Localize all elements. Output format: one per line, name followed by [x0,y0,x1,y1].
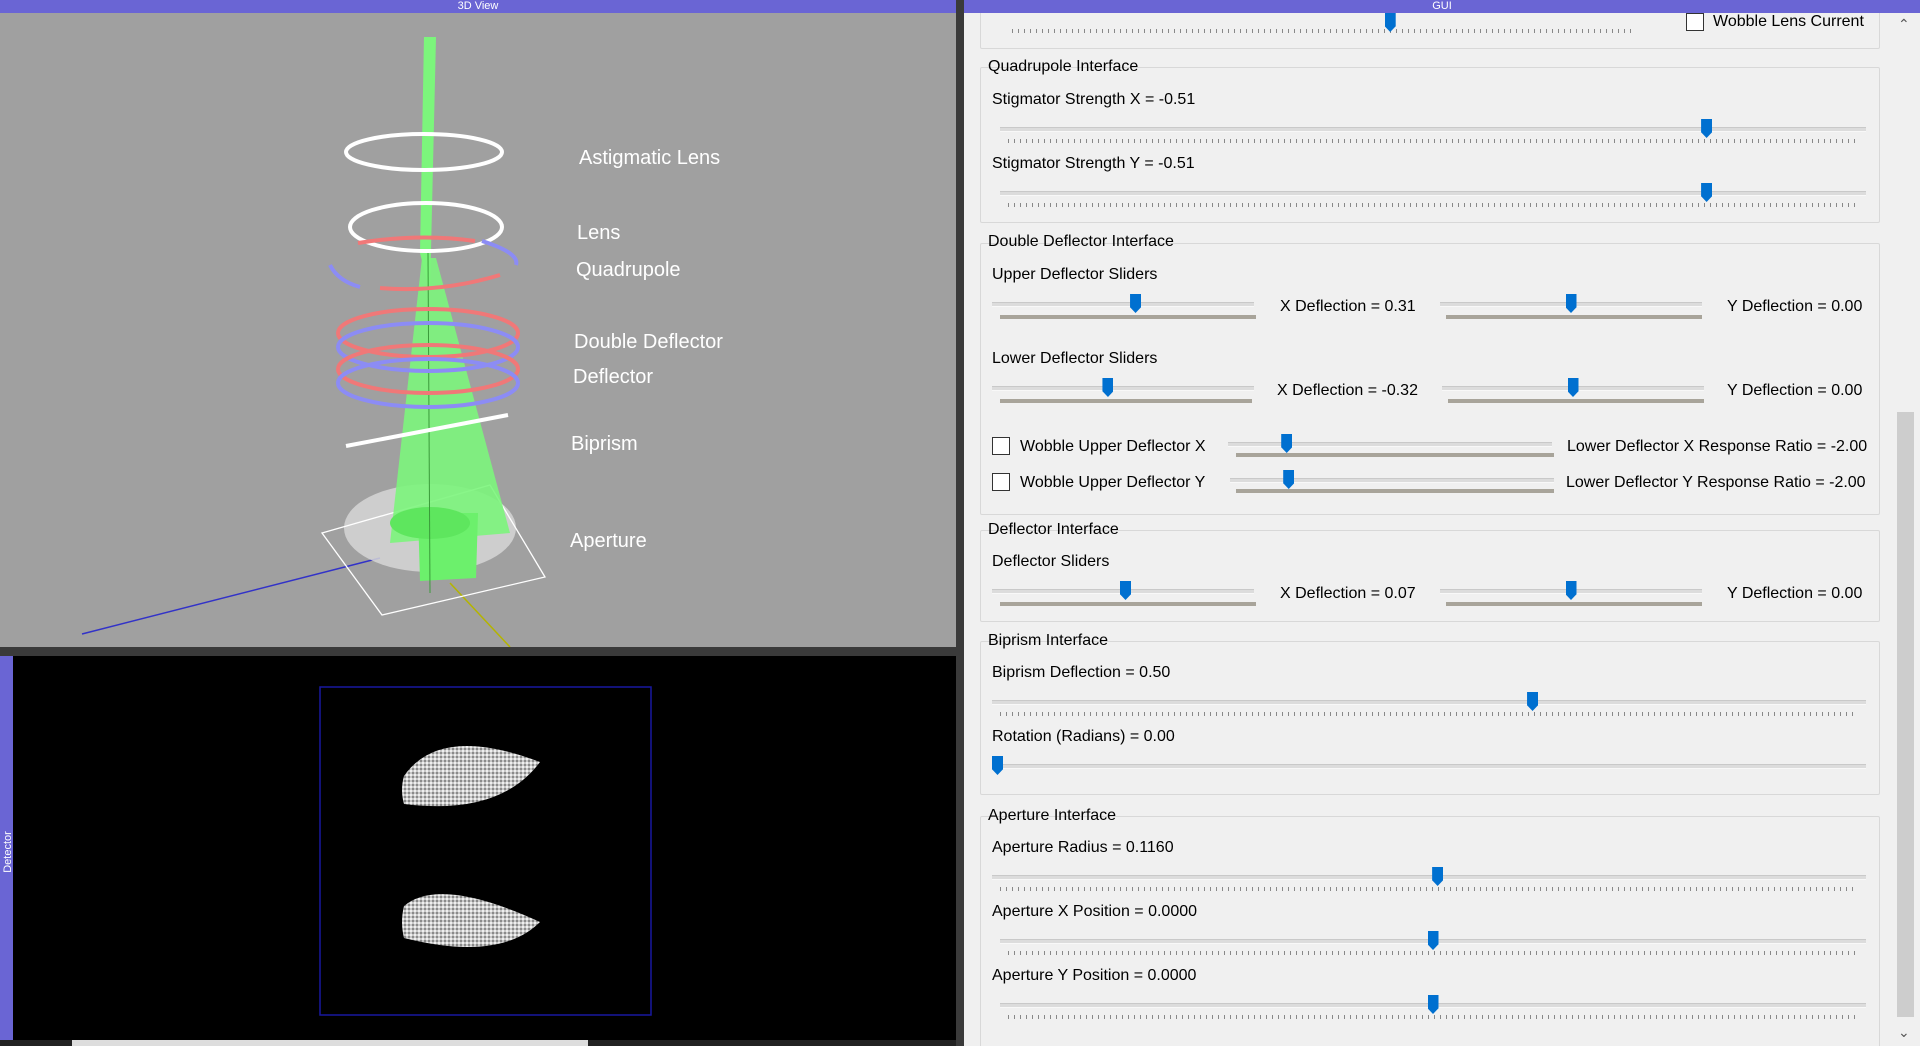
aperture-x-label: Aperture X Position = 0.0000 [992,903,1198,920]
detector-frame [319,686,652,1016]
label-double-deflector: Double Deflector [574,331,723,353]
detector-pane [0,656,956,1046]
detector-image [319,686,652,1016]
gui-panel: Wobble Lens Current Quadrupole Interface… [964,13,1892,1046]
label-quadrupole: Quadrupole [576,259,681,281]
stigmator-x-label: Stigmator Strength X = -0.51 [992,91,1196,108]
lower-deflector-label: Lower Deflector Sliders [992,350,1158,367]
label-deflector: Deflector [573,366,654,388]
biprism-deflection-label: Biprism Deflection = 0.50 [992,664,1171,681]
stigmator-y-track [1000,191,1866,196]
deflector-x-bar [1000,602,1256,606]
stigmator-y-label: Stigmator Strength Y = -0.51 [992,155,1195,172]
vertical-scrollbar-thumb[interactable] [1897,412,1914,1017]
stigmator-x-track [1000,127,1866,132]
view3d-titlebar[interactable]: 3D View [0,0,956,13]
aperture-group-title: Aperture Interface [988,807,1117,824]
lower-y-bar [1448,399,1704,403]
rotation-track [992,764,1866,769]
deflector-y-deflection: Y Deflection = 0.00 [1727,585,1863,602]
3d-view-pane[interactable]: Astigmatic Lens Lens Quadrupole Double D… [0,13,956,647]
deflector-group [980,530,1880,622]
gui-titlebar[interactable]: GUI [964,0,1920,13]
lens-slider-ticks [1012,29,1634,33]
microscope-3d-scene [81,37,547,647]
double-deflector-group-title: Double Deflector Interface [988,233,1174,250]
stigmator-x-ticks [1008,139,1858,143]
ratio-y-bar [1236,489,1554,493]
deflector-sliders-label: Deflector Sliders [992,553,1110,570]
biprism-deflection-ticks [1000,712,1858,716]
upper-deflector-label: Upper Deflector Sliders [992,266,1158,283]
scroll-up-arrow-icon[interactable]: ⌃ [1898,16,1910,33]
aperture-radius-ticks [1000,887,1858,891]
aperture-radius-track [992,875,1866,880]
deflector-y-bar [1446,602,1702,606]
wobble-lens-current-label: Wobble Lens Current [1713,13,1864,30]
quadrupole-arc-blue-right [481,239,519,266]
label-lens: Lens [577,222,621,244]
stigmator-y-ticks [1008,203,1858,207]
quadrupole-arc-red-top [357,235,476,245]
lower-x-response-ratio: Lower Deflector X Response Ratio = -2.00 [1567,438,1868,455]
aperture-y-ticks [1008,1015,1858,1019]
quadrupole-group-title: Quadrupole Interface [988,58,1139,75]
aperture-x-ticks [1008,951,1858,955]
deflector-x-deflection: X Deflection = 0.07 [1280,585,1416,602]
scroll-down-arrow-icon[interactable]: ⌄ [1898,1024,1910,1041]
aperture-radius-label: Aperture Radius = 0.1160 [992,839,1174,856]
horizontal-scrollbar-thumb[interactable] [72,1040,588,1046]
wobble-lens-current-checkbox[interactable] [1686,13,1704,31]
wobble-upper-x-checkbox[interactable] [992,437,1010,455]
lower-y-response-ratio: Lower Deflector Y Response Ratio = -2.00 [1566,474,1866,491]
lower-x-bar [1000,399,1252,403]
lower-x-deflection: X Deflection = -0.32 [1277,382,1418,399]
detector-tab-label: Detector [2,831,14,873]
wobble-upper-x-label: Wobble Upper Deflector X [1020,438,1206,455]
z-axis-line [81,557,381,635]
quadrupole-arc-blue-left [328,264,361,289]
upper-x-bar [1000,315,1256,319]
upper-y-deflection: Y Deflection = 0.00 [1727,298,1863,315]
wobble-upper-y-label: Wobble Upper Deflector Y [1020,474,1206,491]
upper-y-bar [1446,315,1702,319]
interference-lobe-upper [402,745,540,807]
ratio-x-bar [1236,453,1554,457]
label-astigmatic-lens: Astigmatic Lens [579,147,721,169]
label-biprism: Biprism [571,433,638,455]
biprism-deflection-track [992,700,1866,705]
biprism-group-title: Biprism Interface [988,632,1109,649]
wobble-upper-y-checkbox[interactable] [992,473,1010,491]
lower-x-track [992,386,1254,391]
lower-y-deflection: Y Deflection = 0.00 [1727,382,1863,399]
label-aperture: Aperture [570,530,647,552]
rotation-label: Rotation (Radians) = 0.00 [992,728,1175,745]
interference-lobe-lower [402,894,540,947]
upper-x-deflection: X Deflection = 0.31 [1280,298,1416,315]
ratio-y-track [1230,478,1554,483]
upper-x-track [992,302,1254,307]
aperture-y-label: Aperture Y Position = 0.0000 [992,967,1197,984]
detector-tab[interactable]: Detector [0,656,14,1046]
ratio-x-track [1228,442,1552,447]
deflector-group-title: Deflector Interface [988,521,1119,538]
